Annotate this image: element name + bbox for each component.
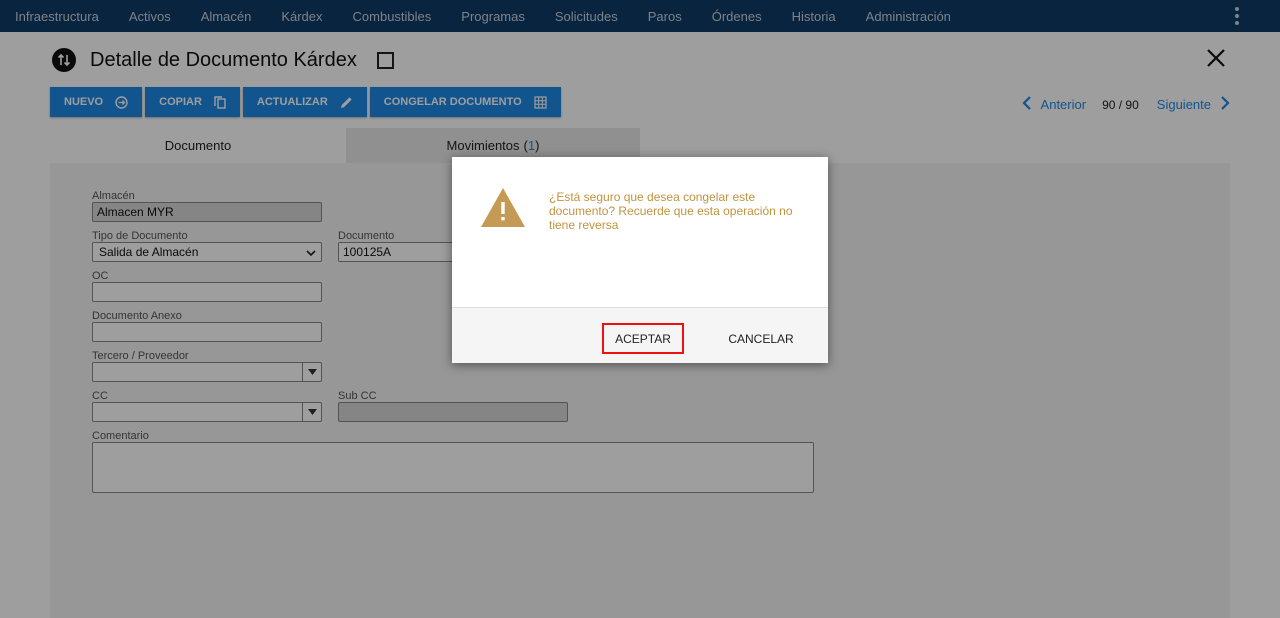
accept-button[interactable]: ACEPTAR	[602, 323, 684, 354]
warning-icon	[480, 187, 526, 229]
cancel-button-label: CANCELAR	[728, 331, 794, 346]
accept-button-label: ACEPTAR	[615, 331, 671, 346]
confirm-dialog: ¿Está seguro que desea congelar este doc…	[452, 157, 828, 363]
cancel-button[interactable]: CANCELAR	[720, 323, 802, 354]
dialog-message: ¿Está seguro que desea congelar este doc…	[549, 190, 793, 232]
dialog-footer: ACEPTAR CANCELAR	[452, 307, 828, 363]
